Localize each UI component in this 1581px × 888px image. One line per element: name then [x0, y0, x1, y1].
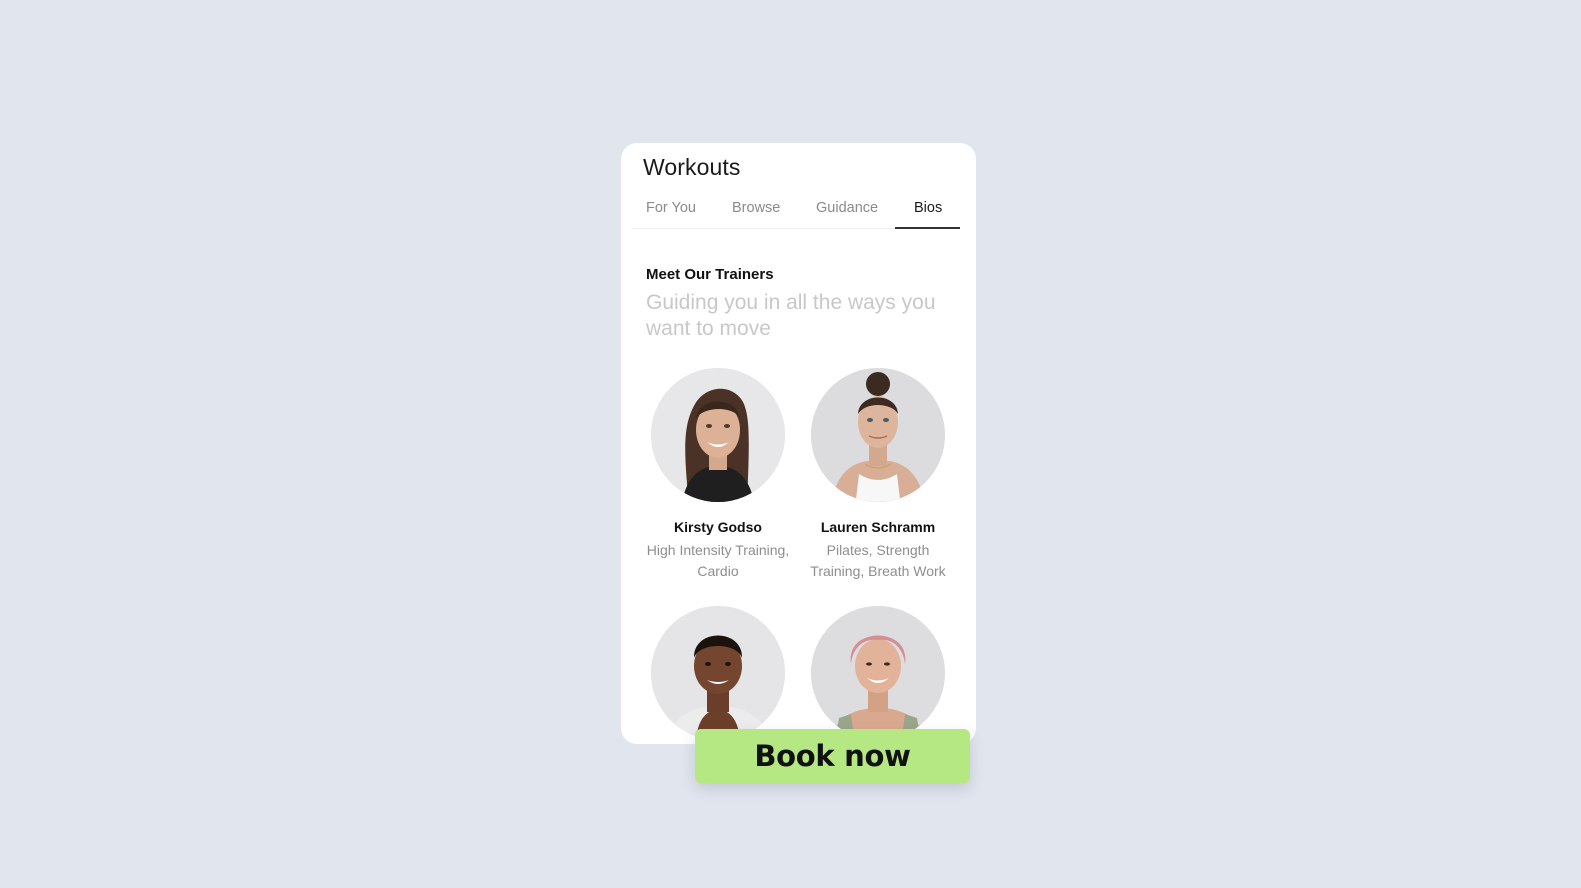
trainer-portrait-icon	[811, 368, 945, 502]
tab-guidance[interactable]: Guidance	[816, 200, 878, 216]
trainer-card[interactable]	[638, 606, 798, 740]
section-title: Meet Our Trainers	[646, 266, 774, 283]
trainer-avatar[interactable]	[811, 368, 945, 502]
page-title: Workouts	[643, 154, 741, 180]
workouts-card: Workouts For You Browse Guidance Bios Me…	[621, 143, 976, 744]
trainer-avatar[interactable]	[651, 606, 785, 740]
section-subtitle: Guiding you in all the ways you want to …	[646, 291, 936, 340]
trainer-portrait-icon	[651, 368, 785, 502]
trainer-card[interactable]	[798, 606, 958, 740]
tab-for-you[interactable]: For You	[646, 200, 696, 216]
trainer-avatar[interactable]	[651, 368, 785, 502]
trainer-card-kirsty-godso[interactable]: Kirsty Godso High Intensity Training, Ca…	[638, 368, 798, 581]
trainer-portrait-icon	[651, 606, 785, 740]
trainer-avatar[interactable]	[811, 606, 945, 740]
trainer-specialty: Pilates, Strength Training, Breath Work	[810, 542, 946, 579]
active-tab-indicator	[895, 227, 960, 229]
trainer-card-lauren-schramm[interactable]: Lauren Schramm Pilates, Strength Trainin…	[798, 368, 958, 581]
trainer-specialty: High Intensity Training, Cardio	[646, 542, 790, 579]
trainer-portrait-icon	[811, 606, 945, 740]
book-now-button[interactable]: Book now	[695, 729, 970, 783]
tab-bar: For You Browse Guidance Bios	[631, 195, 960, 229]
tab-bios[interactable]: Bios	[914, 200, 942, 216]
trainer-name: Kirsty Godso	[674, 519, 762, 535]
trainer-name: Lauren Schramm	[820, 519, 936, 535]
tab-browse[interactable]: Browse	[732, 200, 780, 216]
